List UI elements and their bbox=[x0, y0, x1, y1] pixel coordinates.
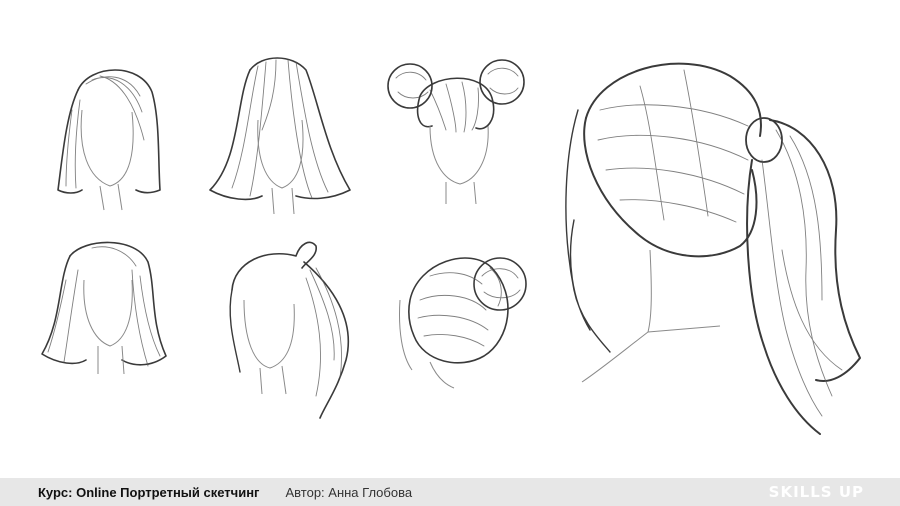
sketch-shoulder-wavy bbox=[41, 241, 167, 375]
sketch-bob bbox=[57, 69, 161, 211]
sketch-large-ponytail bbox=[565, 62, 861, 435]
sketch-space-buns bbox=[387, 59, 525, 205]
course-label: Курс: Online Портретный скетчинг bbox=[38, 484, 260, 500]
sketch-long-wavy bbox=[209, 57, 351, 215]
skills-up-logo: SKILLS UP bbox=[768, 483, 864, 501]
sketch-canvas bbox=[0, 0, 900, 478]
hairstyle-sketches bbox=[41, 57, 861, 435]
footer-bar: Курс: Online Портретный скетчинг Автор: … bbox=[0, 478, 900, 506]
author-label: Автор: Анна Глобова bbox=[285, 484, 413, 500]
sketch-side-ponytail bbox=[229, 241, 350, 419]
sketch-single-bun bbox=[399, 257, 527, 389]
